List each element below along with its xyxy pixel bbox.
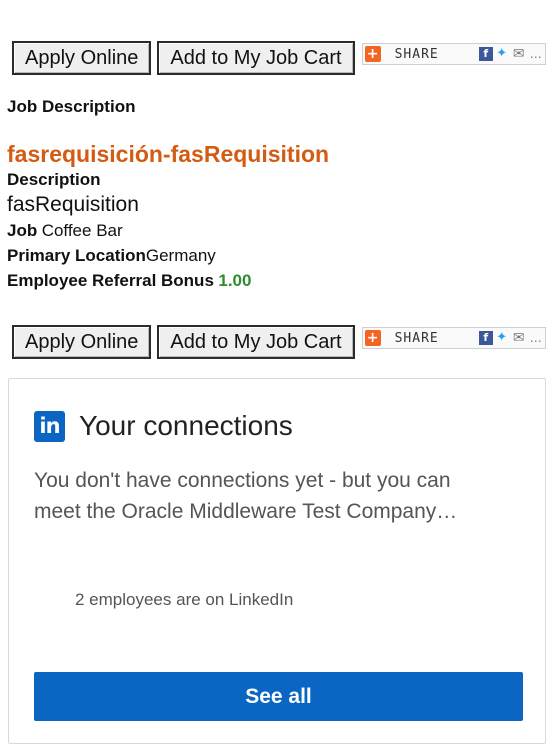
- linkedin-message-line-1: You don't have connections yet - but you…: [34, 469, 451, 492]
- job-details: fasrequisición-fasRequisition Descriptio…: [7, 141, 547, 294]
- linkedin-card-header: in Your connections: [34, 410, 293, 442]
- share-label: SHARE: [394, 330, 439, 346]
- bonus-line: Employee Referral Bonus 1.00: [7, 269, 547, 294]
- facebook-icon[interactable]: f: [478, 331, 493, 345]
- job-line: Job Coffee Bar: [7, 219, 547, 244]
- location-line: Primary LocationGermany: [7, 244, 547, 269]
- twitter-icon[interactable]: ✦: [495, 47, 509, 61]
- description-value-line: fasRequisition: [7, 193, 547, 219]
- see-all-button[interactable]: See all: [34, 672, 523, 721]
- share-plus-icon: +: [364, 46, 381, 62]
- apply-online-button[interactable]: Apply Online: [12, 41, 152, 75]
- requisition-title: fasrequisición-fasRequisition: [7, 141, 330, 167]
- description-label: Description: [7, 170, 101, 189]
- description-value: fasRequisition: [7, 193, 139, 216]
- linkedin-employee-count: 2 employees are on LinkedIn: [75, 590, 294, 609]
- share-plus-icon: +: [364, 330, 381, 346]
- linkedin-icon: in: [34, 410, 65, 442]
- section-heading: Job Description: [7, 97, 136, 116]
- primary-location-value: Germany: [145, 246, 216, 265]
- primary-location-label: Primary Location: [7, 246, 146, 265]
- description-label-line: Description: [7, 168, 547, 193]
- share-label: SHARE: [394, 46, 439, 62]
- share-widget[interactable]: + SHARE f ✦ ✉ …: [361, 43, 546, 65]
- email-icon[interactable]: ✉: [511, 331, 527, 345]
- linkedin-connections-card: in Your connections You don't have conne…: [8, 378, 546, 744]
- referral-bonus-value: 1.00: [218, 271, 252, 290]
- bottom-action-row: Apply Online Add to My Job Cart + SHARE …: [12, 325, 546, 359]
- more-icon[interactable]: …: [529, 47, 543, 61]
- facebook-icon[interactable]: f: [478, 47, 493, 61]
- job-label: Job: [7, 221, 38, 240]
- add-to-job-cart-button[interactable]: Add to My Job Cart: [157, 41, 355, 75]
- referral-bonus-label: Employee Referral Bonus: [7, 271, 214, 290]
- linkedin-card-title: Your connections: [79, 410, 293, 441]
- job-value: Coffee Bar: [41, 221, 123, 240]
- linkedin-message-line-2: meet the Oracle Middleware Test Company…: [34, 500, 458, 523]
- add-to-job-cart-button-bottom[interactable]: Add to My Job Cart: [157, 325, 355, 359]
- email-icon[interactable]: ✉: [511, 47, 527, 61]
- linkedin-message: You don't have connections yet - but you…: [34, 465, 524, 527]
- twitter-icon[interactable]: ✦: [495, 331, 509, 345]
- more-icon[interactable]: …: [529, 331, 543, 345]
- top-action-row: Apply Online Add to My Job Cart + SHARE …: [12, 41, 546, 75]
- apply-online-button-bottom[interactable]: Apply Online: [12, 325, 152, 359]
- share-widget-bottom[interactable]: + SHARE f ✦ ✉ …: [361, 327, 546, 349]
